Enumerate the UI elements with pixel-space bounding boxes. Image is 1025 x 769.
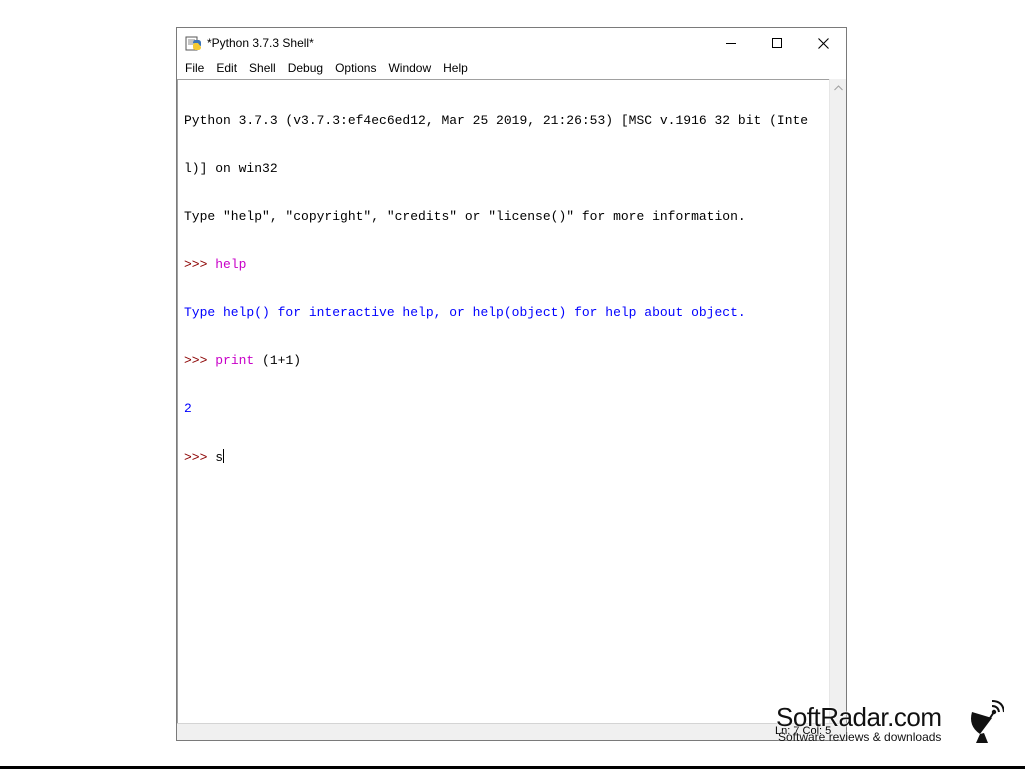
close-icon xyxy=(817,37,829,49)
shell-command-args: (1+1) xyxy=(254,353,302,368)
banner-line: Python 3.7.3 (v3.7.3:ef4ec6ed12, Mar 25 … xyxy=(184,113,809,128)
close-button[interactable] xyxy=(800,28,846,58)
menu-window[interactable]: Window xyxy=(382,58,437,78)
python-idle-icon xyxy=(185,35,202,52)
title-bar[interactable]: *Python 3.7.3 Shell* xyxy=(177,28,846,58)
shell-keyword: print xyxy=(215,353,255,368)
softradar-watermark: SoftRadar.com Software reviews & downloa… xyxy=(776,700,1006,746)
shell-output: Python 3.7.3 (v3.7.3:ef4ec6ed12, Mar 25 … xyxy=(184,81,808,497)
shell-line: >>> help xyxy=(184,257,808,273)
chevron-up-icon xyxy=(834,84,843,90)
minimize-icon xyxy=(726,43,736,44)
text-cursor xyxy=(223,449,225,463)
scroll-up-button[interactable] xyxy=(830,79,847,96)
maximize-icon xyxy=(772,38,782,48)
current-input: s xyxy=(215,450,224,465)
result-line: 2 xyxy=(184,401,192,416)
shell-text-area[interactable]: Python 3.7.3 (v3.7.3:ef4ec6ed12, Mar 25 … xyxy=(177,79,829,723)
menu-help[interactable]: Help xyxy=(437,58,474,78)
satellite-dish-icon xyxy=(966,700,1005,744)
menu-debug[interactable]: Debug xyxy=(282,58,329,78)
banner-line: Type "help", "copyright", "credits" or "… xyxy=(184,209,746,224)
shell-line: >>> print (1+1) xyxy=(184,353,808,369)
watermark-title: SoftRadar.com xyxy=(776,702,942,732)
shell-command: help xyxy=(215,257,247,272)
menu-bar: File Edit Shell Debug Options Window Hel… xyxy=(177,58,846,78)
menu-shell[interactable]: Shell xyxy=(243,58,282,78)
help-output-line: Type help() for interactive help, or hel… xyxy=(184,305,746,320)
menu-edit[interactable]: Edit xyxy=(210,58,243,78)
menu-file[interactable]: File xyxy=(179,58,210,78)
shell-prompt: >>> xyxy=(184,450,216,465)
banner-line: l)] on win32 xyxy=(184,161,278,176)
idle-shell-window: *Python 3.7.3 Shell* File Edit Shell Deb… xyxy=(176,27,847,741)
status-bar: Ln: 7 Col: 5 xyxy=(177,723,846,740)
shell-prompt: >>> xyxy=(184,353,216,368)
window-title: *Python 3.7.3 Shell* xyxy=(207,36,314,50)
vertical-scrollbar[interactable] xyxy=(829,79,846,723)
maximize-button[interactable] xyxy=(754,28,800,58)
shell-prompt: >>> xyxy=(184,257,216,272)
watermark-subtitle: Software reviews & downloads xyxy=(778,730,942,744)
shell-input-line[interactable]: >>> s xyxy=(184,449,808,465)
menu-options[interactable]: Options xyxy=(329,58,382,78)
minimize-button[interactable] xyxy=(708,28,754,58)
